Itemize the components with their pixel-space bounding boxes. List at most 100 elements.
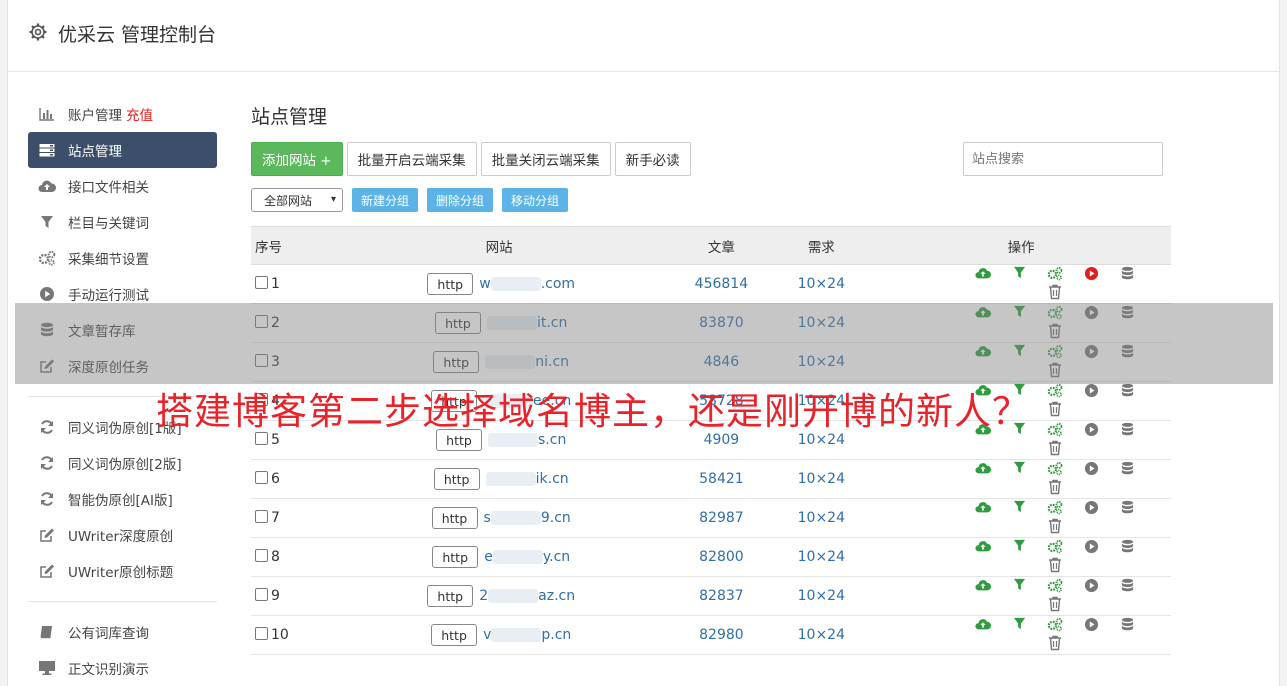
database-icon[interactable] <box>1118 539 1136 557</box>
site-domain-link[interactable]: w .com <box>479 276 575 292</box>
gears-icon[interactable] <box>1046 578 1064 596</box>
new-group-button[interactable]: 新建分组 <box>352 188 419 212</box>
filter-icon[interactable] <box>1010 266 1028 284</box>
gears-icon[interactable] <box>1046 539 1064 557</box>
play-circle-icon[interactable] <box>1082 539 1100 557</box>
filter-icon[interactable] <box>1010 461 1028 479</box>
beginner-guide-button[interactable]: 新手必读 <box>614 142 691 176</box>
cloud-upload-icon[interactable] <box>974 617 992 635</box>
row-checkbox[interactable] <box>255 588 268 601</box>
cloud-upload-icon[interactable] <box>974 266 992 284</box>
domain-prefix: e <box>484 549 493 565</box>
sidebar-item-interface[interactable]: 接口文件相关 <box>28 168 217 204</box>
play-circle-icon[interactable] <box>1082 266 1100 284</box>
database-icon[interactable] <box>1118 266 1136 284</box>
batch-close-cloud-button[interactable]: 批量关闭云端采集 <box>480 142 611 176</box>
cloud-upload-icon[interactable] <box>974 539 992 557</box>
play-circle-icon[interactable] <box>1082 578 1100 596</box>
database-icon[interactable] <box>1118 461 1136 479</box>
site-cell: http ik.cn <box>326 459 672 499</box>
article-count[interactable]: 82980 <box>671 615 772 655</box>
trash-icon[interactable] <box>1046 440 1064 458</box>
sidebar-item-collect-settings[interactable]: 采集细节设置 <box>28 240 217 276</box>
sidebar-item-label: 智能伪原创[AI版] <box>68 493 173 509</box>
filter-icon[interactable] <box>1010 500 1028 518</box>
article-count[interactable]: 82837 <box>671 576 772 616</box>
cloud-upload-icon[interactable] <box>974 461 992 479</box>
database-icon[interactable] <box>1118 383 1136 401</box>
gears-icon[interactable] <box>1046 383 1064 401</box>
play-circle-icon[interactable] <box>1082 617 1100 635</box>
sidebar-item-label: 账户管理 <box>68 108 122 124</box>
database-icon[interactable] <box>1118 422 1136 440</box>
need-value[interactable]: 10×24 <box>771 264 872 304</box>
filter-icon[interactable] <box>1010 539 1028 557</box>
sidebar-item-account[interactable]: 账户管理 充值 <box>28 96 217 132</box>
database-icon[interactable] <box>1118 617 1136 635</box>
play-circle-icon[interactable] <box>1082 383 1100 401</box>
play-circle-icon[interactable] <box>1082 461 1100 479</box>
article-count[interactable]: 58421 <box>671 459 772 499</box>
site-domain-link[interactable]: s 9.cn <box>484 510 571 526</box>
database-icon[interactable] <box>1118 500 1136 518</box>
sidebar-item-uwriter-deep[interactable]: UWriter深度原创 <box>28 517 217 553</box>
need-value[interactable]: 10×24 <box>771 498 872 538</box>
filter-icon[interactable] <box>1010 578 1028 596</box>
need-value[interactable]: 10×24 <box>771 576 872 616</box>
article-count[interactable]: 456814 <box>671 264 772 304</box>
sidebar-item-ai-original[interactable]: 智能伪原创[AI版] <box>28 481 217 517</box>
add-site-button[interactable]: 添加网站 + <box>251 142 343 176</box>
gears-icon[interactable] <box>1046 266 1064 284</box>
trash-icon[interactable] <box>1046 479 1064 497</box>
database-icon[interactable] <box>1118 578 1136 596</box>
trash-icon[interactable] <box>1046 401 1064 419</box>
row-checkbox[interactable] <box>255 276 268 289</box>
sidebar-item-uwriter-title[interactable]: UWriter原创标题 <box>28 553 217 589</box>
row-checkbox[interactable] <box>255 549 268 562</box>
group-select[interactable]: 全部网站 ▾ <box>251 188 343 212</box>
gears-icon[interactable] <box>1046 461 1064 479</box>
gears-icon[interactable] <box>1046 422 1064 440</box>
filter-icon <box>38 213 56 231</box>
sidebar-item-site-manage[interactable]: 站点管理 <box>28 132 217 168</box>
play-circle-icon[interactable] <box>1082 500 1100 518</box>
need-value[interactable]: 10×24 <box>771 459 872 499</box>
article-count[interactable]: 82800 <box>671 537 772 577</box>
trash-icon[interactable] <box>1046 284 1064 302</box>
article-count[interactable]: 82987 <box>671 498 772 538</box>
cloud-upload-icon[interactable] <box>974 578 992 596</box>
trash-icon[interactable] <box>1046 518 1064 536</box>
trash-icon[interactable] <box>1046 596 1064 614</box>
trash-icon[interactable] <box>1046 635 1064 653</box>
batch-open-cloud-button[interactable]: 批量开启云端采集 <box>346 142 477 176</box>
sidebar-divider <box>28 601 217 602</box>
site-search-input[interactable] <box>963 142 1163 176</box>
sidebar-item-word-lib[interactable]: 公有词库查询 <box>28 614 217 650</box>
delete-group-button[interactable]: 删除分组 <box>427 188 494 212</box>
gears-icon[interactable] <box>1046 500 1064 518</box>
site-domain-link[interactable]: 2 az.cn <box>479 588 575 604</box>
trash-icon[interactable] <box>1046 557 1064 575</box>
site-domain-link[interactable]: e y.cn <box>484 549 570 565</box>
table-row: 7 http s 9.cn 82987 10×24 <box>251 498 1171 538</box>
row-number-cell: 8 <box>251 537 327 577</box>
site-domain-link[interactable]: v p.cn <box>483 627 571 643</box>
sidebar-item-text-detect[interactable]: 正文识别演示 <box>28 650 217 686</box>
main-content: 站点管理 添加网站 + 批量开启云端采集 批量关闭云端采集 新手必读 全部网站 … <box>251 96 1181 655</box>
row-checkbox[interactable] <box>255 627 268 640</box>
gears-icon[interactable] <box>1046 617 1064 635</box>
row-checkbox[interactable] <box>255 510 268 523</box>
edit-icon <box>38 526 56 544</box>
sidebar-item-label: 接口文件相关 <box>68 180 149 196</box>
row-checkbox[interactable] <box>255 471 268 484</box>
move-group-button[interactable]: 移动分组 <box>502 188 569 212</box>
recharge-link[interactable]: 充值 <box>126 104 153 124</box>
need-value[interactable]: 10×24 <box>771 537 872 577</box>
filter-icon[interactable] <box>1010 617 1028 635</box>
cloud-upload-icon[interactable] <box>974 500 992 518</box>
site-domain-link[interactable]: ik.cn <box>485 471 569 487</box>
need-value[interactable]: 10×24 <box>771 615 872 655</box>
sidebar-item-keywords[interactable]: 栏目与关键词 <box>28 204 217 240</box>
play-circle-icon[interactable] <box>1082 422 1100 440</box>
sidebar-item-synonym-v2[interactable]: 同义词伪原创[2版] <box>28 445 217 481</box>
